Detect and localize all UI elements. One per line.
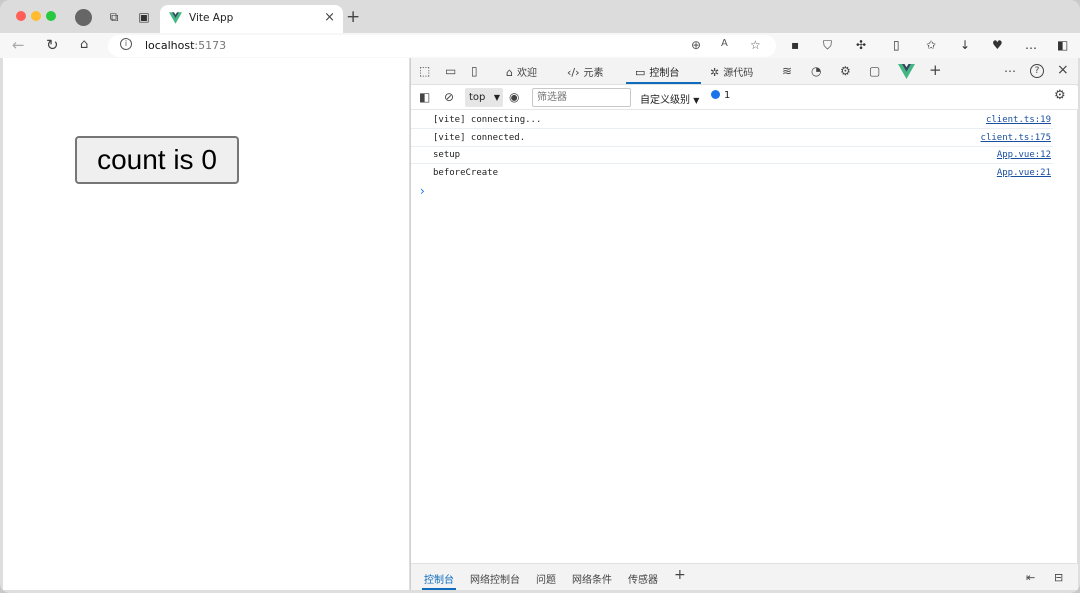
drawer-tab-console[interactable]: 控制台 bbox=[424, 571, 454, 586]
dock-side-icon[interactable]: ▯ bbox=[471, 64, 478, 78]
tab-sources[interactable]: ✲ 源代码 bbox=[710, 64, 753, 79]
url-text: localhost:5173 bbox=[145, 39, 227, 52]
browser-window: ⧉ ▣ Vite App × + ← ↻ ⌂ i localhost:5173 … bbox=[0, 0, 1080, 593]
console-row: [vite] connected. client.ts:175 bbox=[411, 130, 1053, 147]
tab-welcome[interactable]: ⌂ 欢迎 bbox=[506, 64, 537, 79]
page-viewport: count is 0 bbox=[3, 58, 409, 590]
address-bar[interactable]: i localhost:5173 ⊕ A ☆ bbox=[108, 35, 776, 57]
split-screen-icon[interactable]: ▯ bbox=[893, 38, 900, 52]
live-expression-eye-icon[interactable]: ◉ bbox=[509, 90, 519, 104]
source-link[interactable]: App.vue:12 bbox=[997, 150, 1051, 160]
devtools-drawer: 控制台 网络控制台 问题 网络条件 传感器 + ⇤ ⊟ bbox=[411, 563, 1078, 590]
devtools-menu-icon[interactable]: ⋯ bbox=[1004, 64, 1016, 78]
dropdown-arrow-icon: ▼ bbox=[693, 96, 700, 105]
drawer-tab-network-conditions[interactable]: 网络条件 bbox=[572, 571, 612, 586]
shield-icon[interactable]: ⛉ bbox=[823, 38, 832, 53]
console-row: setup App.vue:12 bbox=[411, 147, 1053, 164]
extension-icon[interactable]: ▪ bbox=[791, 38, 799, 52]
context-selector[interactable]: top ▼ bbox=[465, 88, 503, 107]
filter-input[interactable] bbox=[532, 88, 631, 107]
console-icon: ▭ bbox=[635, 66, 646, 79]
add-drawer-tab-icon[interactable]: + bbox=[674, 567, 686, 583]
tab-console[interactable]: ▭ 控制台 bbox=[635, 64, 679, 79]
downloads-icon[interactable]: ↓ bbox=[960, 38, 970, 52]
dock-drawer-icon[interactable]: ⇤ bbox=[1026, 571, 1035, 584]
favorite-star-icon[interactable]: ☆ bbox=[750, 38, 761, 52]
new-tab-button[interactable]: + bbox=[346, 7, 360, 27]
help-icon[interactable]: ? bbox=[1030, 64, 1044, 78]
vue-devtools-icon[interactable] bbox=[898, 64, 915, 79]
drawer-tab-issues[interactable]: 问题 bbox=[536, 571, 556, 586]
tab-vite-app[interactable]: Vite App × bbox=[160, 5, 343, 33]
close-window-button[interactable] bbox=[16, 11, 26, 21]
dropdown-arrow-icon: ▼ bbox=[493, 93, 500, 102]
extensions-puzzle-icon[interactable]: ✣ bbox=[856, 38, 866, 52]
performance-icon[interactable]: ◔ bbox=[811, 64, 821, 78]
reload-icon[interactable]: ↻ bbox=[46, 36, 59, 54]
minimize-window-button[interactable] bbox=[31, 11, 41, 21]
vue-logo-icon bbox=[169, 12, 182, 24]
message-count-badge[interactable]: 1 bbox=[711, 90, 730, 101]
network-icon[interactable]: ≋ bbox=[782, 64, 792, 78]
site-info-icon[interactable]: i bbox=[120, 38, 132, 50]
maximize-window-button[interactable] bbox=[46, 11, 56, 21]
read-aloud-icon[interactable]: A bbox=[721, 38, 728, 49]
drawer-tab-network-console[interactable]: 网络控制台 bbox=[470, 571, 520, 586]
devtools-panel: ⬚ ▭ ▯ ⌂ 欢迎 ‹/› 元素 ▭ 控制台 ✲ 源代码 ≋ ◔ ⚙ ▢ + ⋯ ? … bbox=[410, 58, 1078, 590]
active-tab-indicator bbox=[626, 82, 701, 84]
favorites-icon[interactable]: ✩ bbox=[926, 38, 936, 52]
source-link[interactable]: client.ts:19 bbox=[986, 115, 1051, 125]
more-tools-icon[interactable]: + bbox=[929, 61, 942, 79]
clear-console-icon[interactable]: ⊘ bbox=[444, 90, 454, 104]
sidebar-toggle-icon[interactable]: ◧ bbox=[1057, 38, 1068, 52]
console-settings-icon[interactable]: ⚙ bbox=[1054, 88, 1066, 103]
code-icon: ‹/› bbox=[567, 66, 580, 79]
console-row: [vite] connecting... client.ts:19 bbox=[411, 112, 1053, 129]
bug-icon: ✲ bbox=[710, 66, 720, 79]
source-link[interactable]: client.ts:175 bbox=[981, 133, 1051, 143]
tab-title: Vite App bbox=[189, 12, 234, 24]
workspaces-icon[interactable]: ⧉ bbox=[106, 9, 122, 25]
tab-elements[interactable]: ‹/› 元素 bbox=[567, 64, 604, 79]
console-prompt[interactable]: › bbox=[420, 184, 425, 198]
more-menu-icon[interactable]: … bbox=[1025, 38, 1037, 52]
inspect-element-icon[interactable]: ⬚ bbox=[419, 64, 430, 78]
close-drawer-icon[interactable]: ⊟ bbox=[1054, 571, 1063, 584]
drawer-tab-sensors[interactable]: 传感器 bbox=[628, 571, 658, 586]
devtools-tabbar: ⬚ ▭ ▯ ⌂ 欢迎 ‹/› 元素 ▭ 控制台 ✲ 源代码 ≋ ◔ ⚙ ▢ + ⋯ ? … bbox=[411, 58, 1078, 85]
active-drawer-indicator bbox=[422, 588, 456, 590]
sidebar-toggle-icon[interactable]: ◧ bbox=[419, 90, 430, 104]
source-link[interactable]: App.vue:21 bbox=[997, 168, 1051, 178]
zoom-icon[interactable]: ⊕ bbox=[691, 38, 701, 52]
tab-actions-icon[interactable]: ▣ bbox=[136, 9, 152, 25]
home-icon: ⌂ bbox=[506, 66, 513, 79]
close-devtools-icon[interactable]: × bbox=[1057, 62, 1069, 78]
profile-avatar[interactable] bbox=[75, 9, 92, 26]
log-levels-dropdown[interactable]: 自定义级别 ▼ bbox=[640, 91, 699, 106]
address-row: ← ↻ ⌂ i localhost:5173 ⊕ A ☆ ▪ ⛉ ✣ ▯ ✩ ↓… bbox=[0, 33, 1080, 58]
close-tab-icon[interactable]: × bbox=[324, 10, 335, 25]
application-icon[interactable]: ▢ bbox=[869, 64, 880, 78]
device-emulation-icon[interactable]: ▭ bbox=[445, 64, 456, 78]
tab-strip: ⧉ ▣ Vite App × + bbox=[0, 0, 1080, 33]
back-icon[interactable]: ← bbox=[12, 36, 25, 54]
console-toolbar: ◧ ⊘ top▼ ◉ 自定义级别 ▼ 1 ⚙ bbox=[411, 86, 1078, 110]
home-icon[interactable]: ⌂ bbox=[80, 36, 88, 54]
count-button[interactable]: count is 0 bbox=[75, 136, 239, 184]
performance-icon[interactable]: ♥ bbox=[992, 38, 1003, 52]
console-row: beforeCreate App.vue:21 bbox=[433, 168, 1051, 178]
memory-icon[interactable]: ⚙ bbox=[840, 64, 851, 78]
message-icon bbox=[711, 90, 720, 99]
